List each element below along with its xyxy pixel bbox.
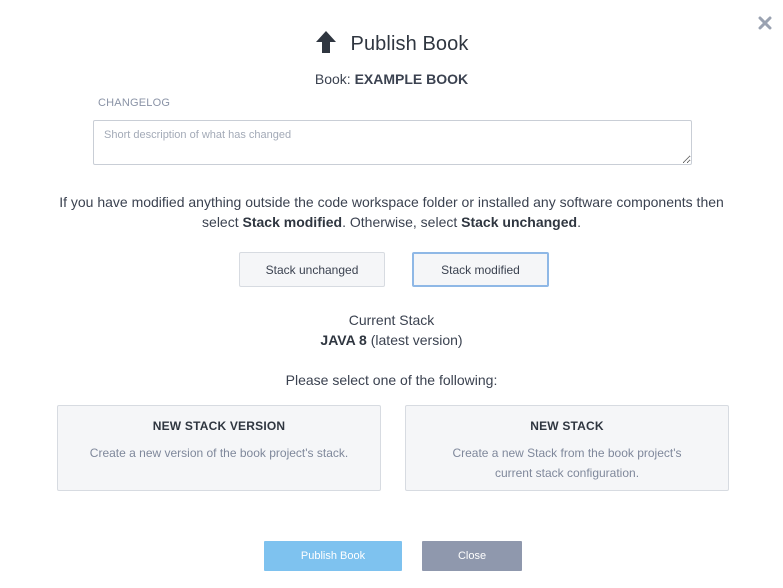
publish-book-button[interactable]: Publish Book xyxy=(264,541,402,571)
stack-unchanged-label: Stack unchanged xyxy=(265,262,359,277)
new-stack-version-option[interactable]: NEW STACK VERSION Create a new version o… xyxy=(57,405,381,491)
changelog-input[interactable] xyxy=(93,120,692,165)
book-info: Book: EXAMPLE BOOK xyxy=(0,71,783,87)
stack-unchanged-button[interactable]: Stack unchanged xyxy=(239,252,385,287)
new-stack-option[interactable]: NEW STACK Create a new Stack from the bo… xyxy=(405,405,729,491)
close-button[interactable]: Close xyxy=(422,541,522,571)
current-stack-version-note: (latest version) xyxy=(366,332,463,348)
upload-arrow-icon xyxy=(315,30,337,59)
current-stack-label: Current Stack xyxy=(348,312,435,328)
publish-book-label: Publish Book xyxy=(300,550,366,562)
instructions-bold-unchanged: Stack unchanged xyxy=(461,214,578,230)
stack-modified-button[interactable]: Stack modified xyxy=(412,252,549,287)
option-description: Create a new version of the book project… xyxy=(89,446,349,460)
stack-modified-label: Stack modified xyxy=(441,262,520,277)
publish-book-dialog: Publish Book Book: EXAMPLE BOOK CHANGELO… xyxy=(0,0,783,588)
instructions-part2: . Otherwise, select xyxy=(342,214,462,230)
current-stack-value: JAVA 8 (latest version) xyxy=(0,332,783,348)
option-title: NEW STACK xyxy=(530,419,604,433)
stack-instructions: If you have modified anything outside th… xyxy=(40,192,743,232)
dialog-header: Publish Book xyxy=(0,30,783,59)
book-name: EXAMPLE BOOK xyxy=(354,71,469,87)
changelog-label: CHANGELOG xyxy=(98,97,171,109)
dialog-title: Publish Book xyxy=(350,33,469,55)
option-description: Create a new Stack from the book project… xyxy=(452,446,682,480)
book-prefix: Book: xyxy=(314,71,355,87)
current-stack-name: JAVA 8 xyxy=(320,332,367,348)
instructions-part3: . xyxy=(577,214,581,230)
instructions-bold-modified: Stack modified xyxy=(242,214,343,230)
select-prompt: Please select one of the following: xyxy=(285,372,498,388)
close-label: Close xyxy=(457,550,487,562)
option-title: NEW STACK VERSION xyxy=(152,419,286,433)
